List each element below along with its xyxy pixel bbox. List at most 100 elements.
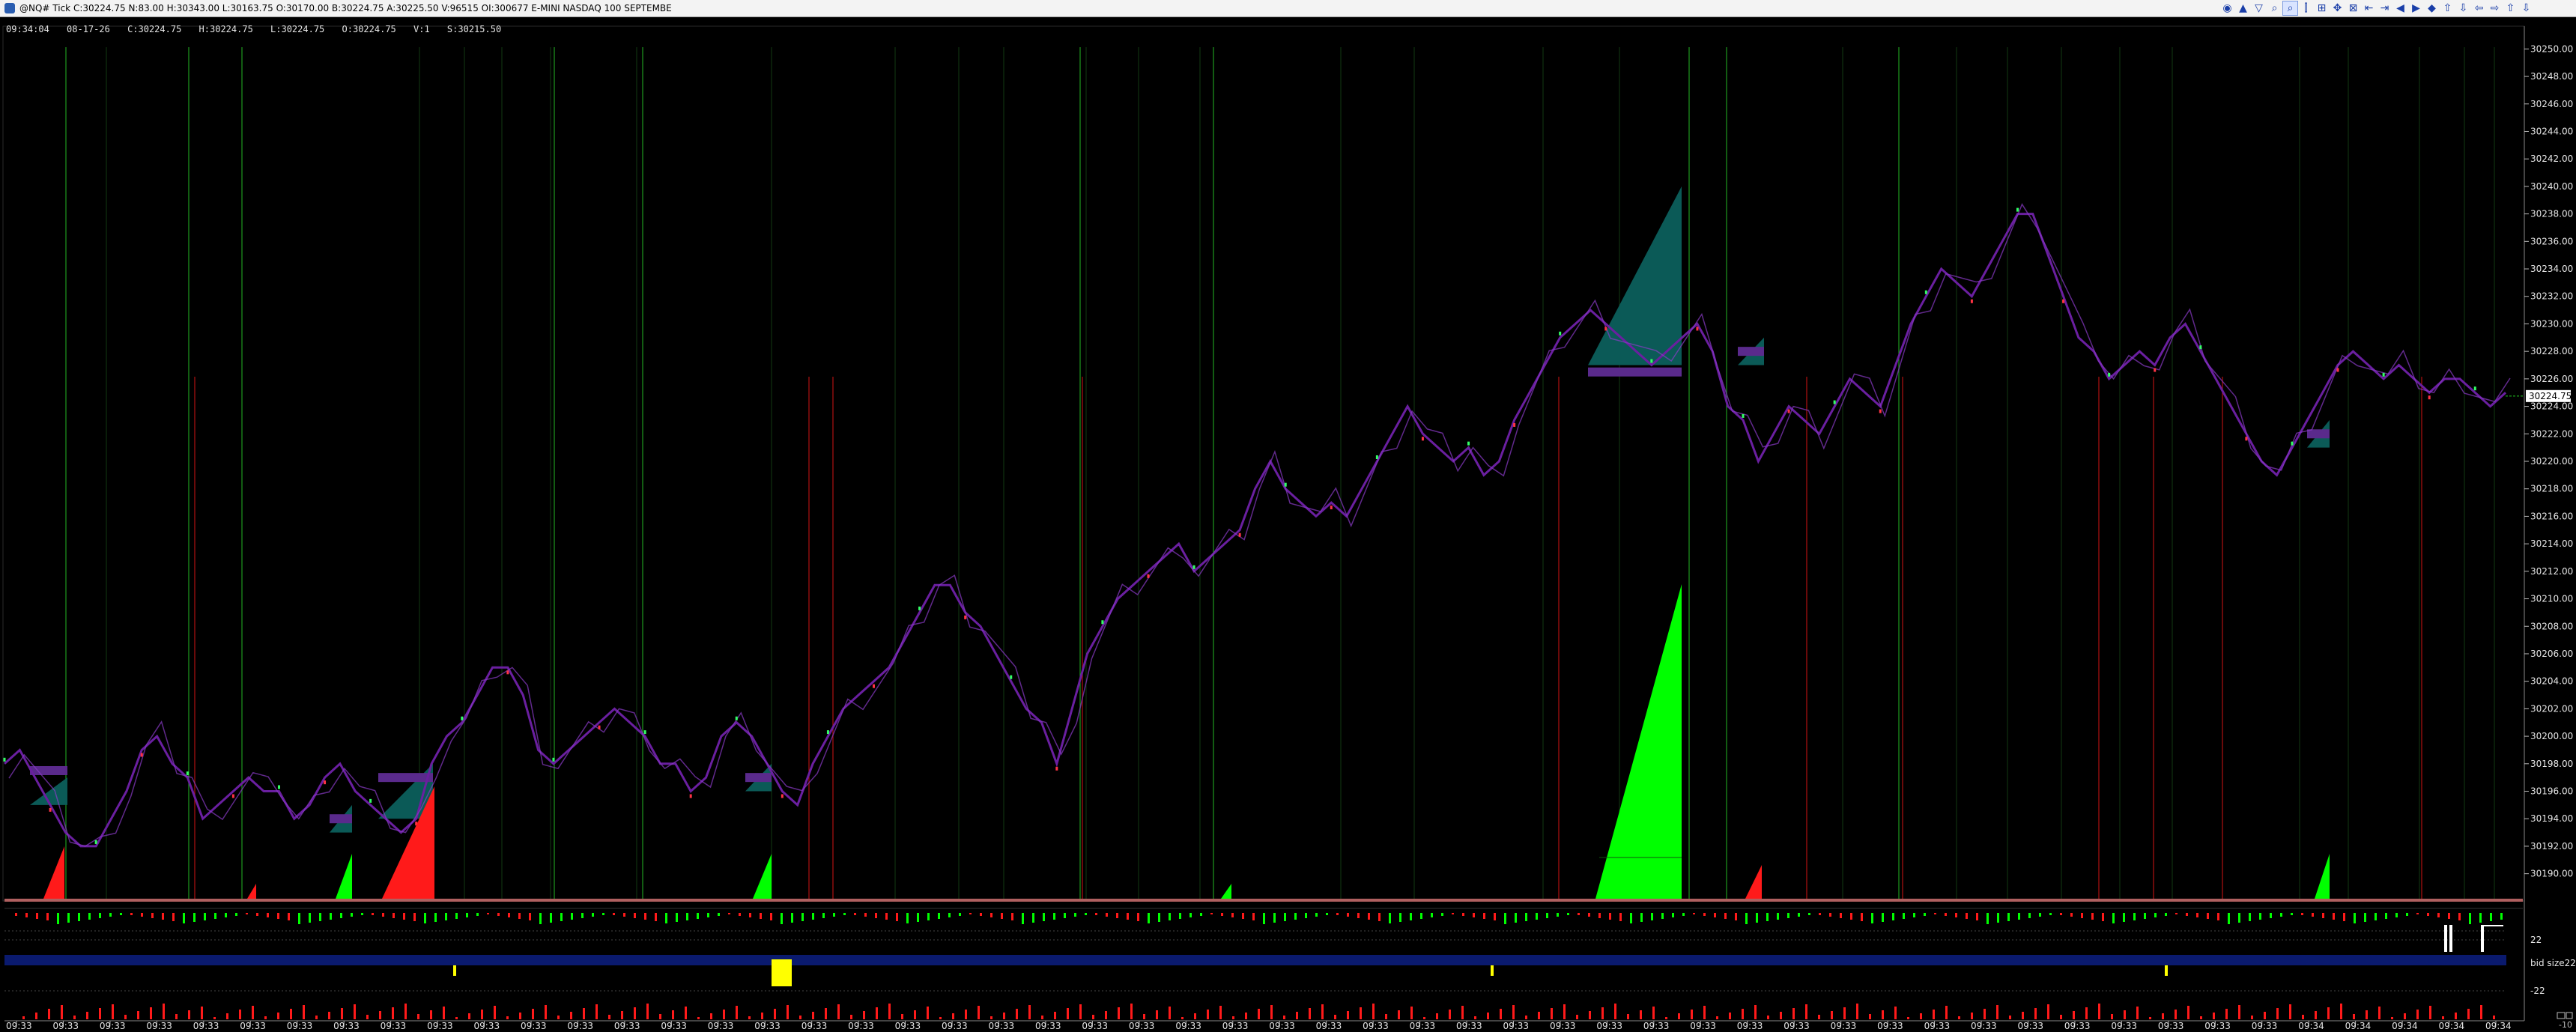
- delta-bar: [2469, 913, 2471, 924]
- buy-marker: [1833, 400, 1836, 404]
- arrow-down-icon[interactable]: ⇩: [2456, 1, 2470, 15]
- sell-volume-bar: [73, 1016, 76, 1019]
- delta-bar: [2270, 913, 2272, 918]
- delta-bar: [1410, 913, 1412, 920]
- delta-bar: [1913, 913, 1915, 917]
- center-icon[interactable]: ◆: [2425, 1, 2439, 15]
- y-axis-tick-label: 30234.00: [2530, 264, 2573, 274]
- step-back-icon[interactable]: ⇤: [2362, 1, 2376, 15]
- last-price-label: 30224.75: [2529, 391, 2572, 401]
- delta-bar: [1148, 913, 1150, 923]
- y-axis-tick-label: 30224.00: [2530, 401, 2573, 412]
- sell-volume-bar: [1487, 1013, 1489, 1019]
- delta-bar: [1724, 913, 1727, 919]
- sell-volume-bar: [787, 1005, 789, 1019]
- sell-volume-bar: [532, 1009, 534, 1019]
- delta-bar: [833, 913, 835, 917]
- sell-volume-bar: [2315, 1011, 2317, 1019]
- delta-bar: [1703, 913, 1706, 916]
- delta-bar: [1850, 913, 1852, 920]
- cursor-high: H:30224.75: [198, 24, 253, 34]
- page-forward-icon[interactable]: ▶: [2409, 1, 2423, 15]
- delta-bar: [1515, 913, 1517, 923]
- zoom-out-icon[interactable]: ⌕: [2282, 1, 2298, 16]
- zoom-in-icon[interactable]: ⌕: [2267, 1, 2282, 15]
- price-chart[interactable]: 30190.00 30192.00 30194.00 30196.00 30198.00…: [0, 17, 2576, 1032]
- volume-spike: [1595, 584, 1682, 899]
- x-axis-tick-label: 09:33: [1737, 1021, 1763, 1031]
- scroll-right-icon[interactable]: ⇨: [2488, 1, 2502, 15]
- step-forward-icon[interactable]: ⇥: [2378, 1, 2392, 15]
- x-axis-tick-label: 09:33: [1363, 1021, 1389, 1031]
- color-icon[interactable]: ◉: [2220, 1, 2234, 15]
- delta-bar: [246, 913, 248, 914]
- draw-icon[interactable]: ▽: [2252, 1, 2266, 15]
- delta-bar: [1210, 913, 1213, 914]
- delta-bar: [372, 913, 374, 915]
- delta-bar: [204, 913, 206, 920]
- bid-size-highlight: [783, 959, 792, 986]
- sell-volume-bar: [2073, 1011, 2075, 1019]
- sell-volume-bar: [2480, 1005, 2482, 1019]
- x-axis-tick-label: 09:33: [614, 1021, 640, 1031]
- x-axis-tick-label: 09:33: [52, 1021, 79, 1031]
- sell-marker: [140, 753, 143, 757]
- sell-volume-bar: [2404, 1013, 2406, 1019]
- x-axis-tick-label: 09:33: [708, 1021, 734, 1031]
- bars-icon[interactable]: ⫿: [2299, 1, 2313, 15]
- x-axis-tick-label: 09:33: [895, 1021, 921, 1031]
- x-axis-tick-label: 09:33: [474, 1021, 500, 1031]
- scale-corner[interactable]: -10: [2544, 1010, 2574, 1030]
- delta-bar: [885, 913, 888, 920]
- delta-bar: [2133, 913, 2136, 920]
- scale-icon[interactable]: ⊞: [2315, 1, 2329, 15]
- delta-bar: [1001, 913, 1003, 919]
- scroll-left-icon[interactable]: ⇦: [2472, 1, 2486, 15]
- sell-volume-bar: [1818, 1015, 1820, 1019]
- fit-icon[interactable]: ⊠: [2346, 1, 2360, 15]
- buy-marker: [2108, 372, 2111, 377]
- delta-bar: [2500, 913, 2503, 920]
- delta-bar: [529, 913, 531, 920]
- chart-area[interactable]: 30190.00 30192.00 30194.00 30196.00 30198.00…: [0, 17, 2576, 1032]
- sell-volume-bar: [1742, 1009, 1744, 1019]
- delta-bar: [330, 913, 332, 920]
- delta-bar: [613, 913, 615, 915]
- delta-bar: [1064, 913, 1066, 918]
- x-axis-tick-label: 09:33: [1924, 1021, 1951, 1031]
- delta-bar: [319, 913, 321, 921]
- sell-volume-bar: [379, 1011, 381, 1019]
- sell-volume-bar: [1551, 1008, 1553, 1019]
- sell-volume-bar: [137, 1011, 139, 1019]
- cursor-icon[interactable]: ▲: [2236, 1, 2250, 15]
- x-axis-tick-label: 09:33: [1971, 1021, 1997, 1031]
- sell-volume-bar: [1398, 1010, 1400, 1019]
- sell-volume-bar: [2264, 1012, 2266, 1019]
- delta-bar: [1336, 913, 1339, 915]
- sell-volume-bar: [392, 1007, 394, 1019]
- y-axis-tick-label: 30208.00: [2530, 621, 2573, 631]
- page-back-icon[interactable]: ◀: [2393, 1, 2407, 15]
- move-icon[interactable]: ✥: [2330, 1, 2345, 15]
- arrow-up-icon[interactable]: ⇧: [2440, 1, 2455, 15]
- buy-marker: [826, 730, 829, 735]
- delta-bar: [288, 913, 290, 920]
- scroll-down-icon[interactable]: ⇩: [2519, 1, 2533, 15]
- delta-bar: [1588, 913, 1590, 917]
- delta-bar: [1043, 913, 1045, 921]
- sell-volume-bar: [570, 1012, 572, 1019]
- volume-spike: [1745, 865, 1762, 899]
- app-icon[interactable]: [4, 3, 15, 13]
- x-axis-tick-label: 09:33: [381, 1021, 407, 1031]
- sell-volume-bar: [2455, 1013, 2457, 1019]
- sell-volume-bar: [1614, 1004, 1616, 1019]
- delta-bar: [1169, 913, 1171, 920]
- scroll-up-icon[interactable]: ⇧: [2503, 1, 2518, 15]
- delta-bar: [2238, 913, 2240, 923]
- delta-bar: [1231, 913, 1234, 917]
- x-axis-tick-label: 09:33: [801, 1021, 828, 1031]
- delta-bar: [2249, 913, 2251, 921]
- y-axis-tick-label: 30202.00: [2530, 703, 2573, 714]
- sell-volume-bar: [1385, 1014, 1387, 1019]
- sell-volume-bar: [1474, 1016, 1476, 1019]
